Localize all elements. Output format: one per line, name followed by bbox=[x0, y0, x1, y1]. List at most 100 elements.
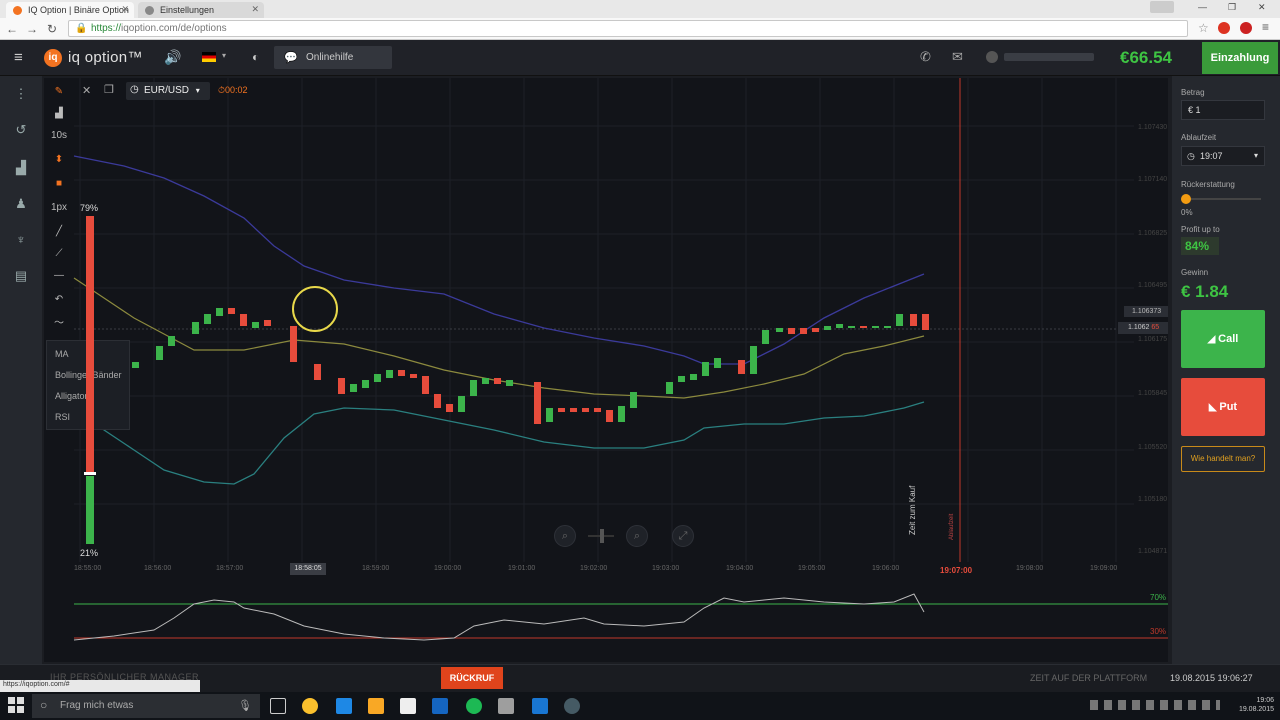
chart-type-icon[interactable]: ▟ bbox=[46, 104, 72, 124]
indicator-icon[interactable]: 〜 bbox=[46, 314, 72, 334]
candle bbox=[350, 384, 357, 392]
refund-slider-handle[interactable] bbox=[1181, 194, 1191, 204]
app-icon[interactable] bbox=[564, 698, 580, 714]
search-placeholder: Frag mich etwas bbox=[60, 700, 134, 711]
edge-icon[interactable] bbox=[336, 698, 352, 714]
call-button[interactable]: ◢ Call bbox=[1181, 310, 1265, 368]
timeframe-button[interactable]: 10s bbox=[46, 126, 72, 146]
ray-tool-icon[interactable]: ⟋ bbox=[46, 244, 72, 264]
close-window-icon[interactable]: ✕ bbox=[1258, 2, 1266, 13]
price-tick: 1.106825 bbox=[1138, 230, 1168, 237]
chevron-down-icon[interactable]: ▾ bbox=[222, 51, 226, 60]
spotify-icon[interactable] bbox=[466, 698, 482, 714]
profile-button[interactable] bbox=[1150, 1, 1174, 13]
refund-slider[interactable] bbox=[1181, 198, 1261, 200]
help-button[interactable]: 💬 Onlinehilfe bbox=[274, 46, 392, 69]
avatar[interactable] bbox=[986, 51, 998, 63]
app-header: ≡ iq iq option™ 🔊 ▾ ◐ 💬 Onlinehilfe ✆ ✉ … bbox=[0, 40, 1280, 76]
undo-icon[interactable]: ↶ bbox=[46, 290, 72, 310]
fullscreen-icon[interactable]: ⤢ bbox=[672, 525, 694, 547]
users-icon[interactable]: ♟ bbox=[10, 196, 32, 214]
zoom-in-icon[interactable]: ⌕ bbox=[626, 525, 648, 547]
asset-label: EUR/USD bbox=[144, 85, 190, 96]
zoom-handle[interactable] bbox=[600, 529, 604, 543]
video-icon[interactable]: ▤ bbox=[10, 268, 32, 286]
brightness-icon[interactable]: ◐ bbox=[252, 50, 259, 64]
browser-tab-iq-option[interactable]: IQ Option | Binäre Option ✕ bbox=[6, 2, 134, 18]
left-rail: ⋮ ↺ ▟ ♟ ♆ ▤ bbox=[0, 76, 42, 690]
close-tab-icon[interactable]: ✕ bbox=[251, 4, 259, 15]
system-tray-icons[interactable] bbox=[1090, 700, 1220, 710]
close-tab-icon[interactable]: ✕ bbox=[121, 4, 129, 15]
browser-tab-settings[interactable]: Einstellungen ✕ bbox=[138, 2, 264, 18]
sound-icon[interactable]: 🔊 bbox=[164, 49, 181, 66]
store-icon[interactable] bbox=[400, 698, 416, 714]
explorer-icon[interactable] bbox=[368, 698, 384, 714]
menu-icon[interactable]: ≡ bbox=[1262, 20, 1269, 34]
trophy-icon[interactable]: ♆ bbox=[10, 232, 32, 250]
app-icon[interactable] bbox=[532, 698, 548, 714]
logo-icon: iq bbox=[44, 49, 62, 67]
history-icon[interactable]: ↺ bbox=[10, 122, 32, 140]
layout-icon[interactable]: ❐ bbox=[104, 83, 114, 96]
color-icon[interactable]: ■ bbox=[46, 174, 72, 194]
candle bbox=[922, 314, 929, 330]
amount-input[interactable]: € 1 bbox=[1181, 100, 1265, 120]
callback-button[interactable]: RÜCKRUF bbox=[441, 667, 503, 689]
line-tool-icon[interactable]: ╱ bbox=[46, 222, 72, 242]
pencil-icon[interactable]: ✎ bbox=[46, 82, 72, 102]
chart-svg bbox=[73, 78, 1168, 641]
price-tick: 1.105180 bbox=[1138, 496, 1168, 503]
microphone-icon[interactable]: 🎙 bbox=[238, 699, 252, 712]
gain-value: € 1.84 bbox=[1181, 282, 1229, 301]
profit-label: Profit up to bbox=[1181, 225, 1220, 234]
candle bbox=[896, 314, 903, 326]
horizontal-line-icon[interactable]: — bbox=[46, 266, 72, 286]
chrome-icon[interactable] bbox=[302, 698, 318, 714]
zoom-out-icon[interactable]: ⌕ bbox=[554, 525, 576, 547]
indicator-alligator[interactable]: Alligator bbox=[55, 391, 88, 401]
candle-icon[interactable]: ⬍ bbox=[46, 150, 72, 170]
balance[interactable]: €66.54 bbox=[1120, 48, 1172, 68]
close-icon[interactable]: ✕ bbox=[82, 84, 91, 97]
star-icon[interactable]: ☆ bbox=[1198, 21, 1209, 35]
outlook-icon[interactable] bbox=[432, 698, 448, 714]
asset-selector[interactable]: ◷ EUR/USD ▾ bbox=[126, 82, 210, 100]
extension-icon[interactable] bbox=[1218, 22, 1230, 34]
chart-area[interactable] bbox=[44, 78, 1168, 662]
purchase-deadline-label: Zeit zum Kauf bbox=[908, 485, 917, 535]
maximize-icon[interactable]: ❐ bbox=[1228, 2, 1236, 13]
iq-favicon-icon bbox=[13, 6, 22, 15]
price-tick: 1.104871 bbox=[1138, 548, 1168, 555]
hamburger-icon[interactable]: ≡ bbox=[14, 49, 23, 66]
candle bbox=[666, 382, 673, 394]
taskbar-clock[interactable]: 19:06 19.08.2015 bbox=[1228, 696, 1274, 714]
mail-icon[interactable]: ✉ bbox=[952, 49, 963, 65]
windows-start-icon[interactable] bbox=[8, 697, 24, 713]
flag-de-icon[interactable] bbox=[202, 52, 216, 62]
url-input[interactable]: 🔒 https://iqoption.com/de/options bbox=[68, 20, 1188, 37]
task-view-icon[interactable] bbox=[270, 698, 286, 714]
how-to-trade-button[interactable]: Wie handelt man? bbox=[1181, 446, 1265, 472]
deposit-button[interactable]: Einzahlung bbox=[1202, 42, 1278, 74]
minimize-icon[interactable]: — bbox=[1198, 2, 1207, 12]
expiry-select[interactable]: ◷ 19:07 ▾ bbox=[1181, 146, 1265, 166]
indicator-ma[interactable]: MA bbox=[55, 349, 69, 359]
app-icon[interactable] bbox=[498, 698, 514, 714]
tab-title: IQ Option | Binäre Option bbox=[28, 5, 129, 15]
back-icon[interactable]: ← bbox=[4, 20, 20, 38]
indicator-rsi[interactable]: RSI bbox=[55, 412, 70, 422]
taskbar-search[interactable]: ○ Frag mich etwas 🎙 bbox=[32, 694, 260, 718]
chart-icon[interactable]: ▟ bbox=[10, 160, 32, 178]
put-button[interactable]: ◣ Put bbox=[1181, 378, 1265, 436]
reload-icon[interactable]: ↻ bbox=[44, 20, 60, 38]
phone-icon[interactable]: ✆ bbox=[920, 49, 931, 65]
cursor-highlight bbox=[292, 286, 338, 332]
line-width-button[interactable]: 1px bbox=[46, 198, 72, 218]
extension-icon[interactable] bbox=[1240, 22, 1252, 34]
forward-icon[interactable]: → bbox=[24, 20, 40, 38]
more-icon[interactable]: ⋮ bbox=[10, 86, 32, 104]
candle bbox=[824, 326, 831, 330]
rsi-high-level: 70% bbox=[1150, 593, 1167, 602]
candle bbox=[156, 346, 163, 360]
